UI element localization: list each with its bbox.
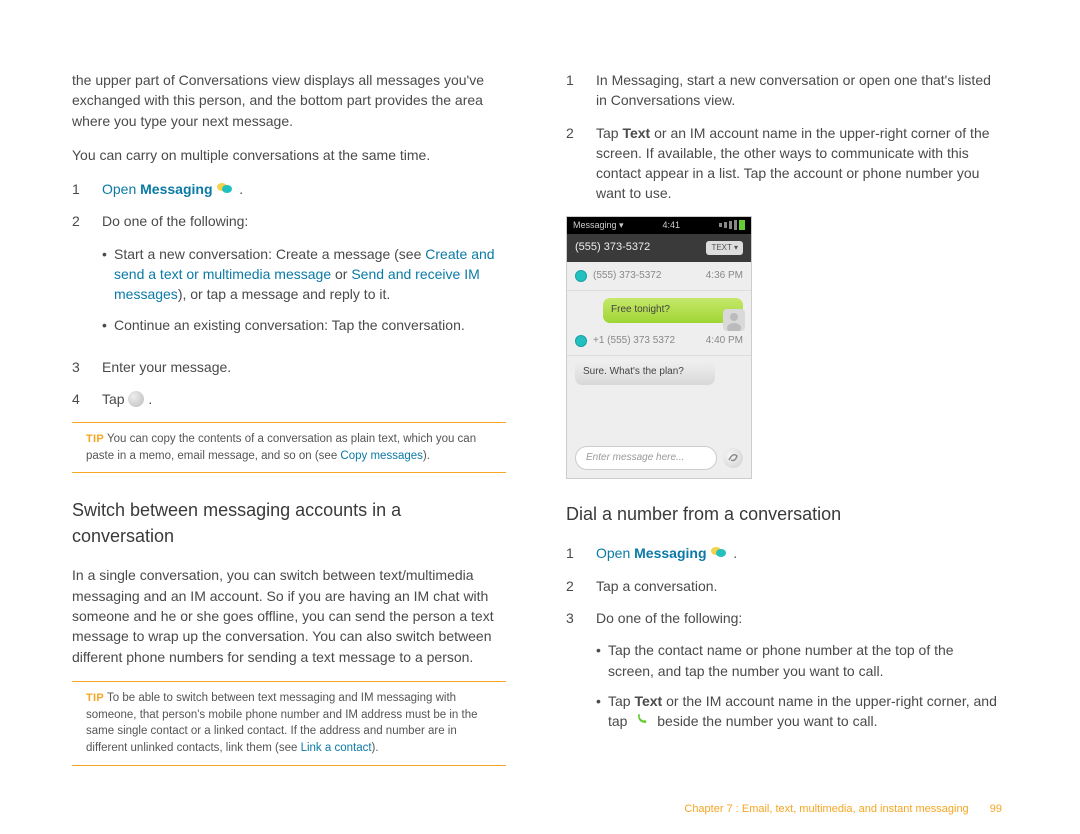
conversation-title: (555) 373-5372 <box>575 240 650 256</box>
section-heading-dial-number: Dial a number from a conversation <box>566 501 1000 527</box>
conversation-header: (555) 373-5372 TEXT ▾ <box>567 234 751 262</box>
phone-screenshot: Messaging ▾ 4:41 (555) 373-5372 TEXT ▾ (… <box>566 216 752 479</box>
text-account-badge: TEXT ▾ <box>706 241 743 255</box>
chapter-label: Chapter 7 : Email, text, multimedia, and… <box>684 803 968 815</box>
tip-text: To be able to switch between text messag… <box>86 692 478 754</box>
step-number: 1 <box>566 543 596 563</box>
left-column: the upper part of Conversations view dis… <box>72 70 506 790</box>
row-number: (555) 373-5372 <box>593 269 661 284</box>
row-time: 4:40 PM <box>706 334 743 349</box>
messaging-link[interactable]: Messaging <box>140 181 212 197</box>
im-presence-icon <box>575 335 587 347</box>
section-paragraph: In a single conversation, you can switch… <box>72 565 506 666</box>
chevron-down-icon: ▾ <box>619 220 624 230</box>
phone-icon <box>635 711 649 725</box>
contact-avatar <box>723 309 745 331</box>
conversation-row: (555) 373-5372 4:36 PM <box>567 262 751 292</box>
tip-text: ). <box>423 450 430 462</box>
step-period: . <box>239 181 243 197</box>
text-bold: Text <box>622 125 650 141</box>
tip-label: TIP <box>86 433 104 445</box>
incoming-message: Sure. What's the plan? <box>575 360 715 385</box>
status-signal-icon <box>719 220 745 230</box>
link-contact-link[interactable]: Link a contact <box>301 742 372 754</box>
messaging-icon <box>711 543 726 555</box>
row-number: +1 (555) 373 5372 <box>593 334 675 349</box>
step-text: Enter your message. <box>102 357 506 377</box>
step-number: 2 <box>566 576 596 596</box>
procedure-steps: 1 Open Messaging . 2 Tap a conversation.… <box>566 543 1000 741</box>
send-icon <box>128 391 144 407</box>
tip-text: ). <box>372 742 379 754</box>
chevron-down-icon: ▾ <box>734 243 738 252</box>
sub-bullet-item: Tap the contact name or phone number at … <box>596 640 1000 681</box>
tip-box: TIP To be able to switch between text me… <box>72 681 506 766</box>
tip-box: TIP You can copy the contents of a conve… <box>72 422 506 474</box>
page-number: 99 <box>990 803 1002 815</box>
procedure-steps: 1 Open Messaging . 2 Do one of the follo… <box>72 179 506 409</box>
intro-paragraph-2: You can carry on multiple conversations … <box>72 145 506 165</box>
sub-bullet-item: Start a new conversation: Create a messa… <box>102 244 506 305</box>
status-app-name: Messaging ▾ <box>573 219 624 232</box>
outgoing-message: Free tonight? <box>603 298 743 323</box>
step-number: 3 <box>72 357 102 377</box>
text-bold: Text <box>634 693 662 709</box>
step-text: Tap a conversation. <box>596 576 1000 596</box>
message-input-bar: Enter message here... <box>567 438 751 479</box>
messaging-link[interactable]: Messaging <box>634 545 706 561</box>
message-input-field: Enter message here... <box>575 446 717 471</box>
procedure-steps: 1 In Messaging, start a new conversation… <box>566 70 1000 204</box>
step-period: . <box>733 545 737 561</box>
attach-icon <box>723 448 743 468</box>
sub-bullet-item: Tap Text or the IM account name in the u… <box>596 691 1000 732</box>
step-text: Do one of the following: <box>596 610 742 626</box>
row-time: 4:36 PM <box>706 269 743 284</box>
right-column: 1 In Messaging, start a new conversation… <box>566 70 1000 790</box>
step-number: 4 <box>72 389 102 409</box>
status-time: 4:41 <box>663 219 681 232</box>
status-bar: Messaging ▾ 4:41 <box>567 217 751 234</box>
step-text: Tap <box>596 125 622 141</box>
step-text: In Messaging, start a new conversation o… <box>596 70 1000 111</box>
copy-messages-link[interactable]: Copy messages <box>340 450 422 462</box>
step-number: 1 <box>72 179 102 199</box>
step-text: or an IM account name in the upper-right… <box>596 125 990 202</box>
step-number: 2 <box>72 211 102 231</box>
section-heading-switch-accounts: Switch between messaging accounts in a c… <box>72 497 506 549</box>
tip-label: TIP <box>86 692 104 704</box>
step-number: 3 <box>566 608 596 628</box>
step-number: 1 <box>566 70 596 90</box>
step-number: 2 <box>566 123 596 143</box>
im-presence-icon <box>575 270 587 282</box>
intro-paragraph-1: the upper part of Conversations view dis… <box>72 70 506 131</box>
conversation-row: +1 (555) 373 5372 4:40 PM <box>567 327 751 357</box>
open-link[interactable]: Open <box>102 181 136 197</box>
step-text: Tap <box>102 391 128 407</box>
step-text-period: . <box>148 391 152 407</box>
open-link[interactable]: Open <box>596 545 630 561</box>
messaging-icon <box>217 179 232 191</box>
step-text: Do one of the following: <box>102 213 248 229</box>
page-footer: Chapter 7 : Email, text, multimedia, and… <box>684 802 1002 818</box>
sub-bullet-item: Continue an existing conversation: Tap t… <box>102 315 506 335</box>
